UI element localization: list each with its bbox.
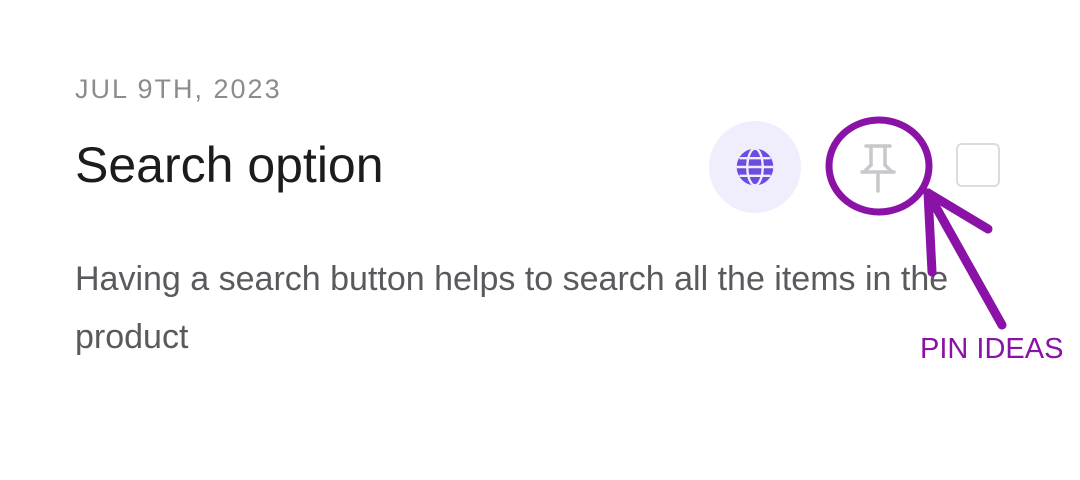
note-description: Having a search button helps to search a… (75, 260, 949, 356)
globe-button[interactable] (709, 121, 801, 213)
select-checkbox[interactable] (956, 143, 1000, 187)
annotation-label: PIN IDEAS (920, 333, 1064, 365)
note-date: JUL 9TH, 2023 (75, 74, 282, 104)
annotation-overlay (825, 116, 1007, 330)
note-card: JUL 9TH, 2023 Search option Having a sea… (0, 0, 1080, 480)
pin-button[interactable] (838, 130, 918, 206)
globe-icon (736, 147, 774, 187)
pin-icon (860, 144, 896, 193)
note-title: Search option (75, 137, 384, 193)
